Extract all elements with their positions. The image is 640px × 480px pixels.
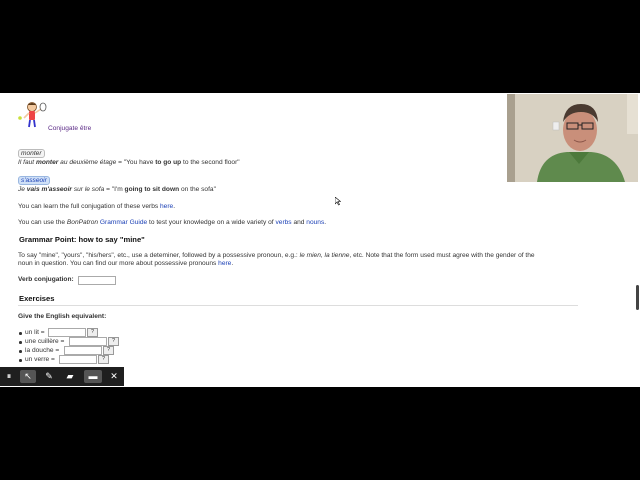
grammar-heading: Grammar Point: how to say "mine" [19,235,145,244]
verb-conjugation-label: Verb conjugation: [18,276,74,283]
exercise-answer-input[interactable] [64,346,102,355]
mouse-cursor-icon [335,197,341,206]
possessive-pronouns-here-link[interactable]: here [218,260,231,267]
nouns-link[interactable]: nouns [306,219,324,226]
pause-icon[interactable]: ⏸ [1,370,17,383]
pointer-icon[interactable]: ↖ [20,370,36,383]
presenter-video [507,94,638,182]
exercises-heading: Exercises [19,294,55,303]
grammar-guide-link[interactable]: Grammar Guide [100,219,147,226]
verbs-link[interactable]: verbs [275,219,291,226]
example-sentence-2: Je vais m'asseoir sur le sofa = "I'm goi… [18,186,216,193]
pen-icon[interactable]: ✎ [41,370,57,383]
verb-tag-monter[interactable]: monter [18,149,45,158]
recording-toolbar: ⏸ ↖ ✎ ▰ ▬ ✕ [0,367,124,386]
learn-conjugation-line: You can learn the full conjugation of th… [18,203,176,210]
close-icon[interactable]: ✕ [106,370,122,383]
hint-button[interactable]: ? [98,355,109,364]
bullet [19,341,22,344]
exercise-instruction: Give the English equivalent: [18,313,107,320]
grammar-paragraph-line-1: To say "mine", "yours", "his/hers", etc.… [18,252,535,259]
camera-icon[interactable]: ▬ [84,370,102,383]
eraser-icon[interactable]: ▰ [62,370,78,383]
exercise-item-label: une cuillère = [25,338,65,345]
hint-button[interactable]: ? [103,346,114,355]
exercise-item-label: la douche = [25,347,60,354]
tennis-mascot-icon [18,102,47,128]
grammar-paragraph-line-2: noun in question. You can find our more … [18,260,234,267]
exercise-answer-input[interactable] [69,337,107,346]
example-sentence-1: Il faut monter au deuxième étage = "You … [18,159,240,166]
exercise-answer-input[interactable] [48,328,86,337]
verb-conjugation-input[interactable] [78,276,116,285]
exercise-answer-input[interactable] [59,355,97,364]
hint-button[interactable]: ? [108,337,119,346]
exercise-item-label: un lit = [25,329,45,336]
webcam-overlay [507,94,638,182]
bullet [19,359,22,362]
verb-tag-sasseoir[interactable]: s'asseoir [18,176,50,185]
exercise-item-label: un verre = [25,356,55,363]
divider [18,305,578,306]
bullet [19,332,22,335]
scrollbar-thumb[interactable] [636,285,639,310]
hint-button[interactable]: ? [87,328,98,337]
bonpatron-line: You can use the BonPatron Grammar Guide … [18,219,327,226]
learn-here-link[interactable]: here [160,203,173,210]
bullet [19,350,22,353]
conjugate-etre-link[interactable]: Conjugate être [48,125,91,133]
